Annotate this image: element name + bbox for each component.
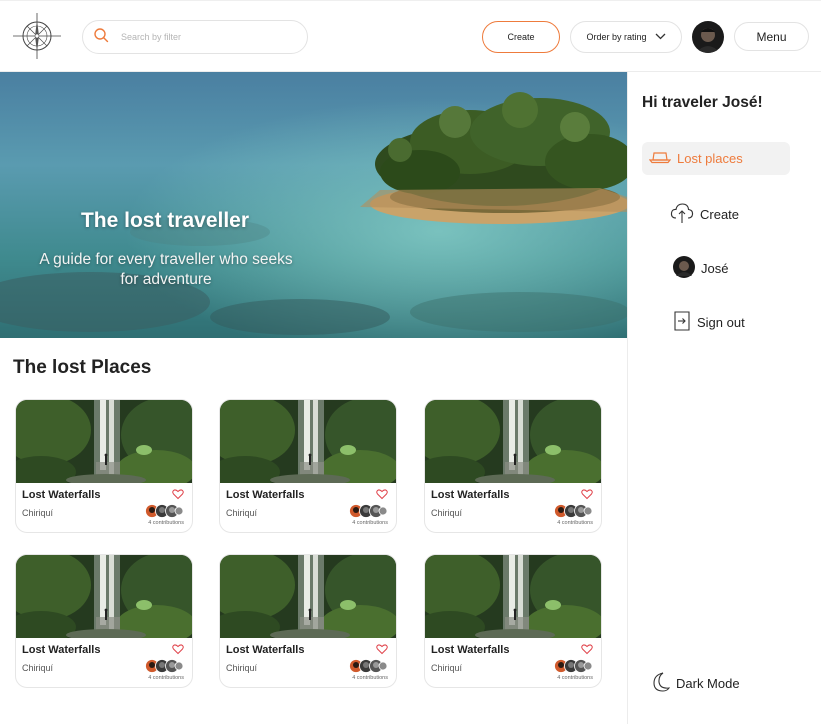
heart-icon[interactable]: [376, 487, 388, 500]
place-location: Chiriquí: [226, 508, 258, 518]
heart-icon[interactable]: [172, 642, 184, 655]
hero-banner: The lost traveller A guide for every tra…: [0, 72, 627, 338]
heart-icon[interactable]: [581, 487, 593, 500]
dark-mode-label: Dark Mode: [676, 676, 740, 691]
greeting: Hi traveler José!: [642, 94, 763, 111]
contributions-count: 4 contributions: [557, 675, 593, 681]
contributor-avatars: [554, 504, 593, 518]
sidebar-item-sign-out[interactable]: Sign out: [673, 311, 745, 334]
contributor-avatars: [349, 504, 388, 518]
place-name: Lost Waterfalls: [22, 644, 101, 656]
place-card[interactable]: Lost Waterfalls Chiriquí 4 contributions: [15, 399, 193, 533]
place-image: [425, 400, 601, 490]
contributions-count: 4 contributions: [352, 675, 388, 681]
contributions-count: 4 contributions: [148, 675, 184, 681]
order-by-dropdown[interactable]: Order by rating: [570, 21, 682, 53]
hat-icon: [648, 150, 672, 167]
place-name: Lost Waterfalls: [226, 489, 305, 501]
hero-title: The lost traveller: [80, 209, 250, 232]
place-location: Chiriquí: [22, 508, 54, 518]
place-image: [425, 555, 601, 645]
sidebar-menu: Hi traveler José! Lost places Create Jos…: [627, 72, 821, 724]
heart-icon[interactable]: [581, 642, 593, 655]
place-location: Chiriquí: [22, 663, 54, 673]
contributor-avatars: [349, 659, 388, 673]
sidebar-item-label: José: [701, 261, 729, 276]
contributor-avatars: [145, 659, 184, 673]
hero-island-image: [0, 72, 627, 338]
dark-mode-toggle[interactable]: Dark Mode: [650, 671, 740, 696]
sidebar-item-label: Lost places: [677, 151, 743, 166]
sidebar-item-lost-places[interactable]: Lost places: [642, 142, 790, 175]
place-image: [16, 400, 192, 490]
heart-icon[interactable]: [172, 487, 184, 500]
place-name: Lost Waterfalls: [431, 489, 510, 501]
place-card[interactable]: Lost Waterfalls Chiriquí 4 contributions: [219, 554, 397, 688]
create-button[interactable]: Create: [482, 21, 560, 53]
sign-out-icon: [673, 311, 691, 334]
sidebar-item-create[interactable]: Create: [670, 202, 739, 227]
sidebar-item-profile[interactable]: José: [673, 256, 728, 281]
moon-icon: [650, 671, 671, 696]
contributions-count: 4 contributions: [557, 520, 593, 526]
place-location: Chiriquí: [431, 663, 463, 673]
section-title: The lost Places: [13, 357, 152, 378]
create-button-label: Create: [507, 32, 535, 42]
cloud-upload-icon: [670, 202, 694, 227]
place-card[interactable]: Lost Waterfalls Chiriquí 4 contributions: [15, 554, 193, 688]
place-name: Lost Waterfalls: [22, 489, 101, 501]
menu-button-label: Menu: [756, 29, 787, 44]
compass-logo[interactable]: [12, 11, 62, 61]
contributor-avatars: [554, 659, 593, 673]
chevron-down-icon: [655, 32, 666, 42]
menu-button[interactable]: Menu: [734, 22, 809, 51]
place-location: Chiriquí: [226, 663, 258, 673]
place-name: Lost Waterfalls: [226, 644, 305, 656]
contributor-avatars: [145, 504, 184, 518]
search-bar[interactable]: [82, 20, 308, 54]
hero-subtitle: A guide for every traveller who seeks fo…: [39, 251, 293, 288]
place-image: [220, 400, 396, 490]
contributions-count: 4 contributions: [148, 520, 184, 526]
heart-icon[interactable]: [376, 642, 388, 655]
sidebar-item-label: Create: [700, 207, 740, 222]
search-icon: [93, 27, 109, 48]
place-image: [16, 555, 192, 645]
place-name: Lost Waterfalls: [431, 644, 510, 656]
user-avatar: [673, 256, 695, 281]
user-avatar[interactable]: [692, 21, 724, 53]
place-card[interactable]: Lost Waterfalls Chiriquí 4 contributions: [424, 554, 602, 688]
place-location: Chiriquí: [431, 508, 463, 518]
place-image: [220, 555, 396, 645]
top-bar: Create Order by rating Menu: [0, 0, 821, 72]
contributions-count: 4 contributions: [352, 520, 388, 526]
order-by-label: Order by rating: [586, 32, 647, 42]
sidebar-item-label: Sign out: [697, 315, 745, 330]
search-input[interactable]: [121, 32, 291, 42]
place-card[interactable]: Lost Waterfalls Chiriquí 4 contributions: [424, 399, 602, 533]
place-card[interactable]: Lost Waterfalls Chiriquí 4 contributions: [219, 399, 397, 533]
